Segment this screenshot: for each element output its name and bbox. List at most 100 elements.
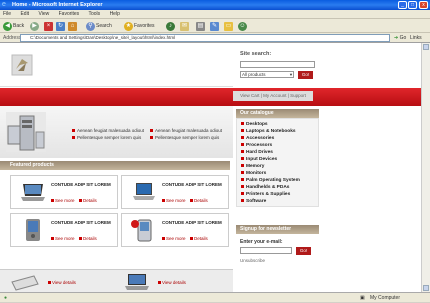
home-icon: ⌂ [68, 21, 77, 31]
back-button[interactable]: ◀ Back [3, 21, 24, 31]
messenger-icon: ☺ [238, 21, 247, 31]
menu-help[interactable]: Help [110, 11, 120, 17]
bullet-icon [241, 136, 244, 140]
search-icon: ⚲ [86, 21, 95, 31]
media-icon: ♪ [166, 21, 175, 31]
site-logo[interactable] [10, 53, 34, 77]
logo-area [0, 43, 233, 87]
category-hard-drives[interactable]: Hard Drives [241, 150, 273, 155]
menu-edit[interactable]: Edit [20, 11, 29, 17]
newsletter-email-label: Enter your e-mail: [240, 239, 283, 245]
go-button[interactable]: ➔ Go [394, 34, 406, 42]
bullet-icon [79, 237, 82, 241]
laptop-image [133, 183, 155, 200]
maximize-button[interactable]: □ [408, 1, 417, 9]
category-laptops[interactable]: Laptops & Notebooks [241, 129, 296, 134]
bullet-icon [150, 129, 153, 133]
category-printers[interactable]: Printers & Supplies [241, 192, 290, 197]
select-value: All products [242, 72, 266, 77]
category-desktops[interactable]: Desktops [241, 122, 268, 127]
see-more-link[interactable]: See more [162, 236, 186, 241]
featured-products-header: Featured products [0, 161, 230, 170]
details-link[interactable]: Details [190, 236, 208, 241]
product-card[interactable]: CONTUDE ADIP SIT LOREM See more Details [10, 175, 118, 209]
bullet-icon [190, 199, 193, 203]
star-icon: ★ [124, 21, 133, 31]
product-title: CONTUDE ADIP SIT LOREM [162, 182, 222, 187]
details-link[interactable]: Details [79, 236, 97, 241]
view-details-link[interactable]: View details [158, 280, 186, 285]
menu-view[interactable]: View [38, 11, 49, 17]
see-more-link[interactable]: See more [51, 236, 75, 241]
stop-button[interactable]: × [44, 21, 53, 31]
product-card[interactable]: CONTUDE ADIP SIT LOREM See more Details [121, 213, 229, 247]
vertical-scrollbar[interactable] [421, 43, 430, 292]
category-accessories[interactable]: Accessories [241, 136, 274, 141]
details-link[interactable]: Details [190, 198, 208, 203]
bullet-icon [51, 199, 54, 203]
refresh-button[interactable]: ↻ [56, 21, 65, 31]
hero-link-4[interactable]: Pellentesque semper lorem quis [150, 135, 219, 140]
unsubscribe-link[interactable]: Unsubscribe [240, 258, 265, 263]
edit-icon: ✎ [210, 21, 219, 31]
minimize-button[interactable]: _ [398, 1, 407, 9]
menu-bar: File Edit View Favorites Tools Help [0, 10, 430, 19]
bullet-icon [241, 122, 244, 126]
go-arrow-icon: ➔ [394, 35, 399, 41]
search-button[interactable]: ⚲ Search [86, 21, 112, 31]
bullet-icon [162, 199, 165, 203]
ie-icon: e [2, 1, 6, 8]
address-input[interactable]: C:\Documents and Settings\Dan\Desktop\ne… [20, 34, 390, 42]
user-links[interactable]: View Cart | My Account | Support [233, 91, 313, 101]
category-monitors[interactable]: Monitors [241, 171, 266, 176]
newsletter-go-button[interactable]: Go! [296, 247, 311, 255]
see-more-link[interactable]: See more [51, 198, 75, 203]
menu-file[interactable]: File [3, 11, 11, 17]
edit-button[interactable]: ✎ [210, 21, 219, 31]
messenger-button[interactable]: ☺ [238, 21, 247, 31]
links-button[interactable]: Links [410, 33, 422, 43]
favorites-button[interactable]: ★ Favorites [124, 21, 155, 31]
chevron-down-icon: ▼ [289, 72, 293, 77]
bullet-icon [241, 150, 244, 154]
home-button[interactable]: ⌂ [68, 21, 77, 31]
hero-link-3[interactable]: Aenean feugiat malesuada odiout [150, 128, 222, 133]
product-card[interactable]: CONTUDE ADIP SIT LOREM See more Details [121, 175, 229, 209]
category-memory[interactable]: Memory [241, 164, 264, 169]
forward-button[interactable]: ▶ [30, 21, 39, 31]
hero-link-2[interactable]: Pellentesque semper lorem quis [72, 135, 141, 140]
scroll-up-arrow-icon[interactable] [423, 44, 429, 50]
view-details-link[interactable]: View details [48, 280, 76, 285]
mail-button[interactable]: ✉ [180, 21, 189, 31]
folder-icon: ▭ [224, 21, 233, 31]
search-label: Search [96, 23, 112, 29]
site-search-title: Site search: [240, 51, 272, 57]
scroll-down-arrow-icon[interactable] [423, 285, 429, 291]
bullet-icon [79, 199, 82, 203]
menu-tools[interactable]: Tools [88, 11, 100, 17]
newsletter-email-input[interactable] [240, 247, 292, 254]
product-card[interactable]: CONTUDE ADIP SIT LOREM See more Details [10, 213, 118, 247]
category-handhelds[interactable]: Handhelds & PDAs [241, 185, 289, 190]
category-palm-os[interactable]: Palm Operating System [241, 178, 300, 183]
see-more-link[interactable]: See more [162, 198, 186, 203]
site-search-input[interactable] [240, 61, 315, 68]
menu-favorites[interactable]: Favorites [59, 11, 80, 17]
hero-banner: Aenean feugiat malesuada odiout Pellente… [0, 106, 233, 158]
media-button[interactable]: ♪ [166, 21, 175, 31]
category-input-devices[interactable]: Input Devices [241, 157, 277, 162]
folder-button[interactable]: ▭ [224, 21, 233, 31]
bullet-icon [241, 171, 244, 175]
close-button[interactable]: x [419, 1, 428, 9]
site-search-go-button[interactable]: Go! [298, 71, 313, 79]
category-processors[interactable]: Processors [241, 143, 272, 148]
bullet-icon [72, 136, 75, 140]
bullet-icon [48, 281, 51, 285]
category-software[interactable]: Software [241, 199, 266, 204]
print-button[interactable]: ▤ [196, 21, 205, 31]
hero-link-1[interactable]: Aenean feugiat malesuada odiout [72, 128, 144, 133]
newsletter-header: Signup for newsletter [236, 225, 319, 234]
product-category-select[interactable]: All products ▼ [240, 71, 294, 78]
details-link[interactable]: Details [79, 198, 97, 203]
bullet-icon [162, 237, 165, 241]
